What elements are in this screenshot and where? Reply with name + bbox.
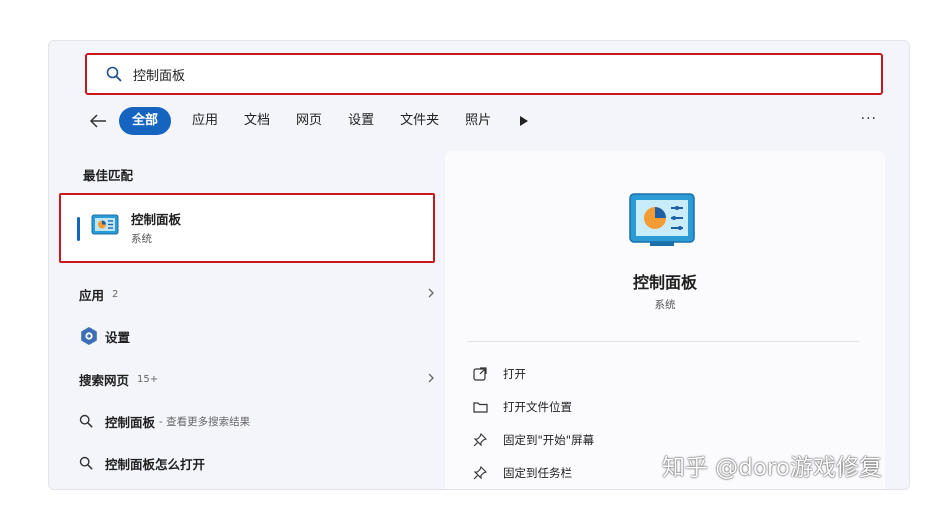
settings-result-label: 设置: [105, 329, 131, 345]
apps-section-label: 应用: [79, 287, 105, 303]
tab-photos[interactable]: 照片: [452, 107, 504, 135]
gear-icon: [79, 326, 105, 346]
web-result-subtext: - 查看更多搜索结果: [159, 415, 251, 428]
search-icon: [79, 414, 105, 428]
selection-indicator: [77, 217, 80, 241]
web-section-header[interactable]: 搜索网页 15+: [79, 364, 435, 394]
web-result-item[interactable]: 控制面板 - 查看更多搜索结果: [79, 406, 435, 436]
search-window: 全部 应用 文档 网页 设置 文件夹 照片 ··· 最佳匹配: [48, 40, 910, 490]
pin-to-taskbar-action[interactable]: 固定到任务栏: [473, 460, 572, 486]
folder-icon: [473, 401, 503, 413]
open-file-location-action[interactable]: 打开文件位置: [473, 394, 572, 420]
settings-result-item[interactable]: 设置: [79, 321, 435, 351]
best-match-title: 控制面板: [131, 212, 182, 227]
apps-section-header[interactable]: 应用 2: [79, 279, 435, 309]
web-result-label: 控制面板: [105, 414, 156, 430]
filter-bar: 全部 应用 文档 网页 设置 文件夹 照片 ···: [83, 105, 883, 137]
web-section-label: 搜索网页: [79, 372, 130, 388]
play-icon: [520, 116, 529, 126]
tab-web[interactable]: 网页: [283, 107, 335, 135]
watermark: 知乎 @doro游戏修复: [662, 455, 883, 481]
web-count: 15+: [137, 373, 159, 385]
control-panel-icon: [91, 213, 119, 241]
detail-panel: 控制面板 系统 打开 打开文件位置 固定到"开始"屏幕 固定到任务栏: [445, 151, 885, 489]
tab-documents[interactable]: 文档: [231, 107, 283, 135]
tab-folders[interactable]: 文件夹: [387, 107, 452, 135]
divider: [467, 341, 859, 342]
back-arrow-icon: [89, 114, 106, 128]
chevron-right-icon: [428, 373, 434, 383]
open-action-label: 打开: [503, 367, 526, 381]
more-filters-button[interactable]: [514, 111, 534, 131]
detail-subtitle: 系统: [654, 299, 676, 311]
pin-icon: [473, 433, 503, 447]
search-icon: [95, 66, 133, 82]
open-action[interactable]: 打开: [473, 361, 526, 387]
pin-icon: [473, 466, 503, 480]
best-match-item[interactable]: 控制面板 系统: [59, 193, 435, 263]
tab-all[interactable]: 全部: [119, 107, 172, 135]
more-options-button[interactable]: ···: [855, 107, 883, 131]
back-button[interactable]: [83, 106, 113, 136]
open-file-location-label: 打开文件位置: [503, 400, 572, 414]
web-result-item[interactable]: 控制面板怎么打开: [79, 448, 435, 478]
chevron-right-icon: [428, 288, 434, 298]
results-list: 最佳匹配 控制面板 系统 应用 2 设置 搜索网页 15+ 控制面板 - 查看更…: [49, 151, 441, 489]
pin-to-start-action[interactable]: 固定到"开始"屏幕: [473, 427, 594, 453]
search-icon: [79, 456, 105, 470]
tab-apps[interactable]: 应用: [179, 107, 231, 135]
search-box[interactable]: [85, 53, 883, 95]
control-panel-icon: [628, 191, 696, 253]
tab-settings[interactable]: 设置: [335, 107, 387, 135]
best-match-subtitle: 系统: [131, 233, 152, 245]
detail-title: 控制面板: [632, 273, 697, 292]
best-match-heading: 最佳匹配: [83, 168, 134, 183]
open-icon: [473, 367, 503, 381]
apps-count: 2: [112, 288, 119, 300]
search-input[interactable]: [133, 59, 853, 89]
web-result-label: 控制面板怎么打开: [105, 456, 206, 472]
pin-to-taskbar-label: 固定到任务栏: [503, 466, 572, 480]
pin-to-start-label: 固定到"开始"屏幕: [503, 433, 595, 447]
